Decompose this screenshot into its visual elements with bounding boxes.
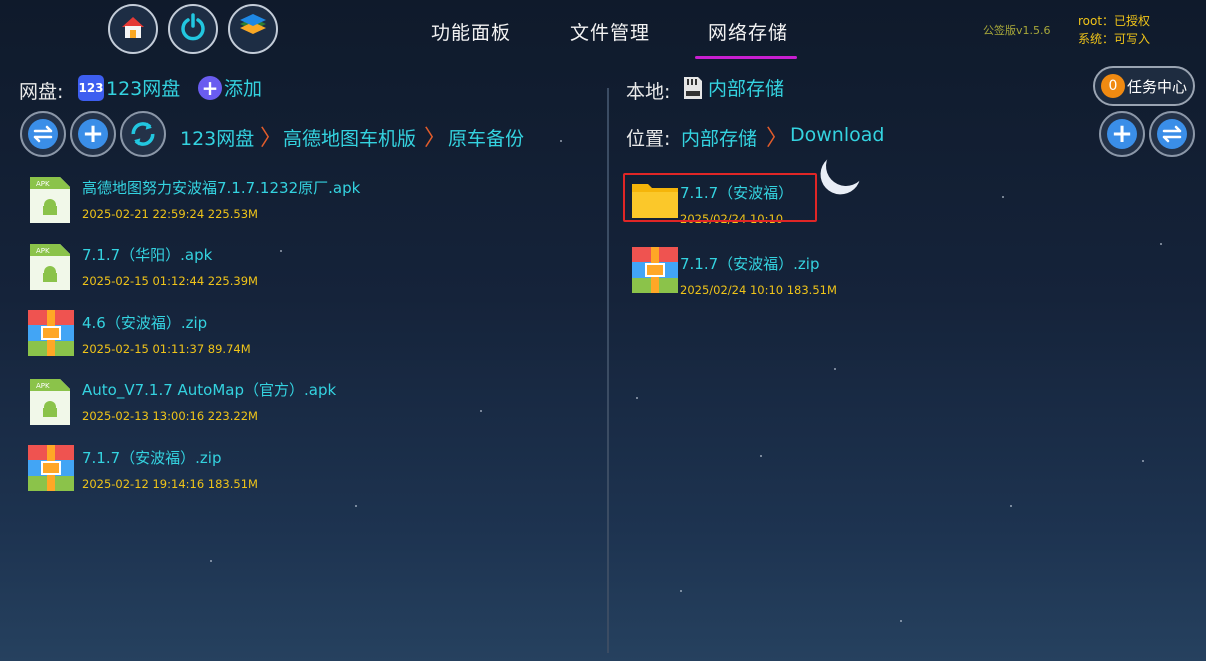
local-storage-selector[interactable]: 内部存储 xyxy=(682,74,784,101)
breadcrumb-item[interactable]: Download xyxy=(790,124,884,146)
home-icon xyxy=(118,12,148,46)
sync-icon xyxy=(128,119,158,149)
list-item[interactable]: APK Auto_V7.1.7 AutoMap（官方）.apk 2025-02-… xyxy=(28,377,588,431)
plus-icon: + xyxy=(78,119,108,149)
local-label: 本地: xyxy=(626,81,671,103)
file-meta: 2025-02-15 01:11:37 89.74M xyxy=(82,342,251,356)
layers-icon xyxy=(237,12,269,46)
apk-file-icon: APK xyxy=(28,242,74,290)
tab-network-storage[interactable]: 网络存储 xyxy=(708,18,788,45)
svg-text:APK: APK xyxy=(36,247,50,255)
apk-file-icon: APK xyxy=(28,377,74,425)
local-storage-name: 内部存储 xyxy=(708,78,785,100)
plus-icon: + xyxy=(1107,119,1137,149)
chevron-right-icon: 〉 xyxy=(766,126,789,151)
disk-label: 网盘: xyxy=(19,81,64,103)
file-meta: 2025-02-21 22:59:24 225.53M xyxy=(82,207,258,221)
status-info: root：已授权 系统：可写入 xyxy=(1078,12,1150,48)
breadcrumb-item[interactable]: 123网盘 xyxy=(180,124,254,151)
task-count-badge: 0 xyxy=(1101,74,1125,98)
svg-text:APK: APK xyxy=(36,180,50,188)
transfer-button-right[interactable] xyxy=(1149,111,1195,157)
transfer-icon xyxy=(28,119,58,149)
selection-highlight xyxy=(623,173,817,222)
file-name: 7.1.7（华阳）.apk xyxy=(82,246,213,264)
apk-file-icon: APK xyxy=(28,175,74,223)
file-name: 高德地图努力安波福7.1.7.1232原厂.apk xyxy=(82,179,361,197)
add-disk-button[interactable]: + 添加 xyxy=(198,74,262,101)
sd-card-icon xyxy=(682,75,704,101)
list-item[interactable]: APK 7.1.7（华阳）.apk 2025-02-15 01:12:44 22… xyxy=(28,242,588,296)
zip-archive-icon xyxy=(632,247,678,295)
sync-button[interactable] xyxy=(120,111,166,157)
transfer-button-left[interactable] xyxy=(20,111,66,157)
layers-button[interactable] xyxy=(228,4,278,54)
file-meta: 2025-02-12 19:14:16 183.51M xyxy=(82,477,258,491)
transfer-icon xyxy=(1157,119,1187,149)
file-meta: 2025-02-15 01:12:44 225.39M xyxy=(82,274,258,288)
file-meta: 2025/02/24 10:10 183.51M xyxy=(680,283,837,297)
tab-file-manager[interactable]: 文件管理 xyxy=(570,18,650,45)
task-center-button[interactable]: 0 任务中心 xyxy=(1093,66,1195,106)
zip-archive-icon xyxy=(28,445,74,493)
add-button-left[interactable]: + xyxy=(70,111,116,157)
home-button[interactable] xyxy=(108,4,158,54)
add-button-right[interactable]: + xyxy=(1099,111,1145,157)
list-item[interactable]: APK 高德地图努力安波福7.1.7.1232原厂.apk 2025-02-21… xyxy=(28,175,588,229)
power-button[interactable] xyxy=(168,4,218,54)
breadcrumb-item[interactable]: 高德地图车机版 xyxy=(283,124,416,151)
svg-text:APK: APK xyxy=(36,382,50,390)
breadcrumb-item[interactable]: 原车备份 xyxy=(448,124,524,151)
list-item[interactable]: 4.6（安波福）.zip 2025-02-15 01:11:37 89.74M xyxy=(28,310,588,364)
breadcrumb-item[interactable]: 内部存储 xyxy=(681,124,757,151)
list-item[interactable]: 7.1.7（安波福）.zip 2025-02-12 19:14:16 183.5… xyxy=(28,445,588,499)
disk-name: 123网盘 xyxy=(106,78,181,100)
file-name: Auto_V7.1.7 AutoMap（官方）.apk xyxy=(82,381,337,399)
power-icon xyxy=(178,12,208,46)
plus-icon: + xyxy=(198,75,222,100)
tab-function-panel[interactable]: 功能面板 xyxy=(431,18,511,45)
panel-divider xyxy=(607,88,609,653)
file-name: 7.1.7（安波福）.zip xyxy=(82,449,222,467)
chevron-right-icon: 〉 xyxy=(424,126,447,151)
cloud-123-icon: 123 xyxy=(78,74,104,101)
list-item[interactable]: 7.1.7（安波福）.zip 2025/02/24 10:10 183.51M xyxy=(632,247,1052,301)
location-label: 位置: xyxy=(626,128,671,150)
task-center-label: 任务中心 xyxy=(1127,77,1188,96)
file-name: 4.6（安波福）.zip xyxy=(82,314,208,332)
zip-archive-icon xyxy=(28,310,74,358)
system-status: 系统：可写入 xyxy=(1078,32,1151,46)
add-label: 添加 xyxy=(224,78,263,100)
active-tab-indicator xyxy=(695,56,797,59)
version-label: 公签版v1.5.6 xyxy=(983,24,1051,37)
file-meta: 2025-02-13 13:00:16 223.22M xyxy=(82,409,258,423)
chevron-right-icon: 〉 xyxy=(260,126,283,151)
file-name: 7.1.7（安波福）.zip xyxy=(680,255,820,273)
root-status: root：已授权 xyxy=(1078,14,1151,28)
disk-selector[interactable]: 123 123网盘 xyxy=(78,74,180,101)
